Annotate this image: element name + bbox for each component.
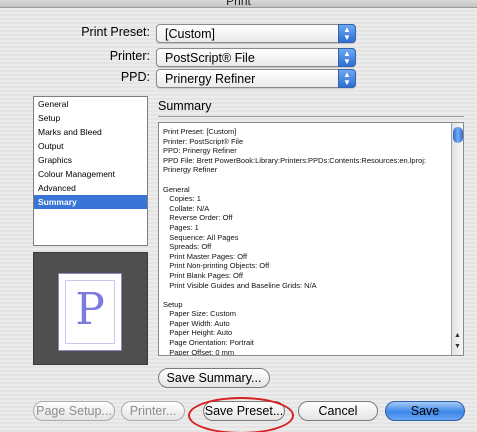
summary-line: PPD: Prinergy Refiner [163,146,237,156]
summary-line: General [163,184,190,194]
summary-line: Print Visible Guides and Baseline Grids:… [163,280,317,290]
ppd-popup[interactable]: Prinergy Refiner ▲ ▼ [156,69,356,88]
save-button[interactable]: Save [385,401,465,421]
summary-text: Print Preset: [Custom] Printer: PostScrip… [163,127,447,356]
summary-line: Paper Size: Custom [163,309,236,319]
popup-arrows-icon: ▲ ▼ [338,48,356,67]
summary-line: Spreads: Off [163,242,212,252]
category-item-advanced[interactable]: Advanced [34,181,147,195]
summary-heading: Summary [158,99,212,113]
category-item-general[interactable]: General [34,97,147,111]
summary-line: PPD File: Brett PowerBook:Library:Printe… [163,155,427,165]
summary-line: Sequence: All Pages [163,232,239,242]
summary-text-area[interactable]: Print Preset: [Custom] Printer: PostScrip… [158,122,464,356]
summary-line: Pages: 1 [163,222,199,232]
ppd-value: Prinergy Refiner [165,72,256,86]
category-item-graphics[interactable]: Graphics [34,153,147,167]
category-list: General Setup Marks and Bleed Output Gra… [33,96,148,246]
category-item-marks-and-bleed[interactable]: Marks and Bleed [34,125,147,139]
page-setup-button[interactable]: Page Setup... [33,401,115,421]
scroll-up-arrow-icon[interactable]: ▲ [452,331,463,341]
summary-line: Prinergy Refiner [163,165,218,175]
preview-letter: P [75,284,105,335]
window-title: Print [226,0,251,8]
annotation-highlight-ellipse [188,397,294,432]
scroll-thumb[interactable] [453,127,463,143]
category-item-setup[interactable]: Setup [34,111,147,125]
summary-line: Print Non-printing Objects: Off [163,261,270,271]
page-preview: P [33,252,148,365]
summary-line: Paper Height: Auto [163,328,233,338]
popup-arrows-icon: ▲ ▼ [338,69,356,88]
cancel-button[interactable]: Cancel [298,401,378,421]
summary-line: Printer: PostScript® File [163,136,244,146]
summary-line [163,290,447,300]
summary-divider [158,116,464,117]
summary-line: Copies: 1 [163,194,201,204]
title-bar: Print [0,0,477,8]
printer-popup[interactable]: PostScript® File ▲ ▼ [156,48,356,67]
category-item-colour-management[interactable]: Colour Management [34,167,147,181]
printer-label: Printer: [109,49,150,63]
ppd-label: PPD: [120,70,150,84]
print-preset-value: [Custom] [165,27,216,41]
save-summary-button[interactable]: Save Summary... [158,368,270,388]
summary-line: Paper Offset: 0 mm [163,347,235,356]
scroll-down-arrow-icon[interactable]: ▼ [452,342,463,352]
summary-line [163,175,447,185]
summary-line: Reverse Order: Off [163,213,233,223]
print-preset-label: Print Preset: [81,25,150,39]
printer-value: PostScript® File [165,51,255,65]
category-item-output[interactable]: Output [34,139,147,153]
summary-line: Page Orientation: Portrait [163,338,254,348]
printer-button[interactable]: Printer... [121,401,185,421]
preview-page: P [58,273,122,351]
summary-line: Setup [163,299,183,309]
category-item-summary[interactable]: Summary [34,195,147,209]
summary-line: Print Master Pages: Off [163,251,248,261]
popup-arrows-icon: ▲ ▼ [338,24,356,43]
summary-line: Paper Width: Auto [163,318,230,328]
print-preset-popup[interactable]: [Custom] ▲ ▼ [156,24,356,43]
summary-line: Print Preset: [Custom] [163,127,237,136]
summary-line: Print Blank Pages: Off [163,270,243,280]
summary-line: Collate: N/A [163,203,210,213]
summary-scrollbar[interactable]: ▲ ▼ [451,123,463,355]
